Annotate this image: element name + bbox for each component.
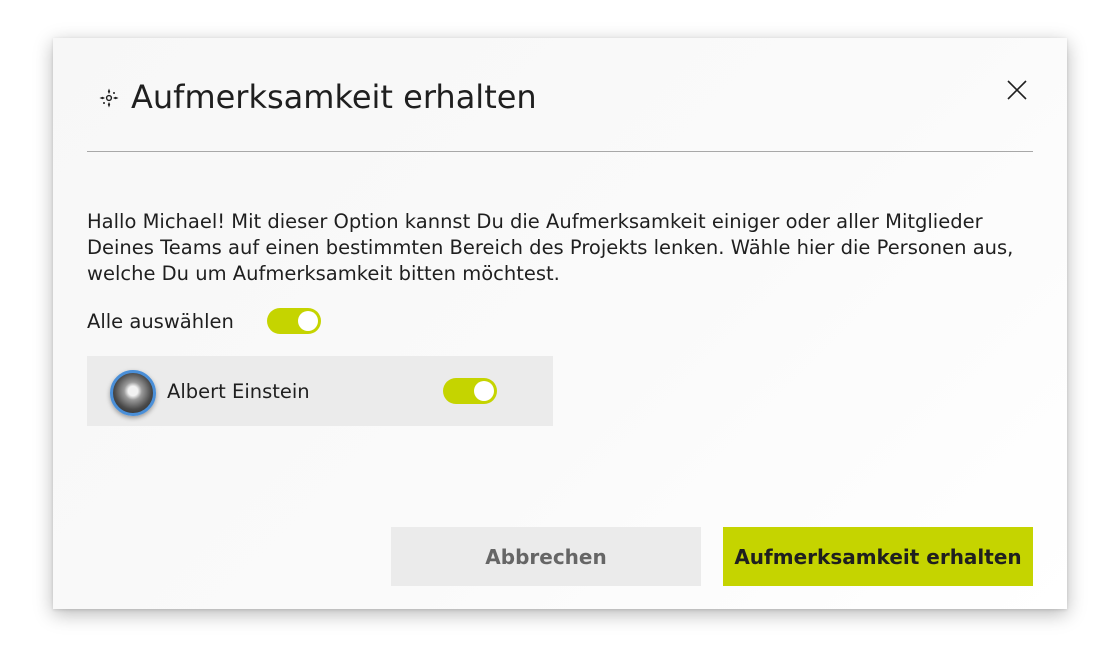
select-all-toggle[interactable] bbox=[267, 308, 321, 334]
dialog-title: Aufmerksamkeit erhalten bbox=[131, 78, 537, 116]
attention-dialog: Aufmerksamkeit erhalten Hallo Michael! M… bbox=[53, 38, 1067, 609]
member-toggle[interactable] bbox=[443, 378, 497, 404]
member-name: Albert Einstein bbox=[167, 380, 310, 403]
close-icon[interactable] bbox=[1002, 75, 1032, 105]
member-row: Albert Einstein bbox=[87, 356, 553, 426]
attention-focus-icon bbox=[99, 88, 119, 108]
header-divider bbox=[87, 151, 1033, 152]
toggle-knob bbox=[474, 381, 494, 401]
confirm-button[interactable]: Aufmerksamkeit erhalten bbox=[723, 527, 1033, 586]
toggle-knob bbox=[298, 311, 318, 331]
cancel-button[interactable]: Abbrechen bbox=[391, 527, 701, 586]
dialog-description: Hallo Michael! Mit dieser Option kannst … bbox=[87, 210, 1014, 285]
avatar bbox=[110, 370, 156, 416]
select-all-label: Alle auswählen bbox=[87, 310, 234, 333]
